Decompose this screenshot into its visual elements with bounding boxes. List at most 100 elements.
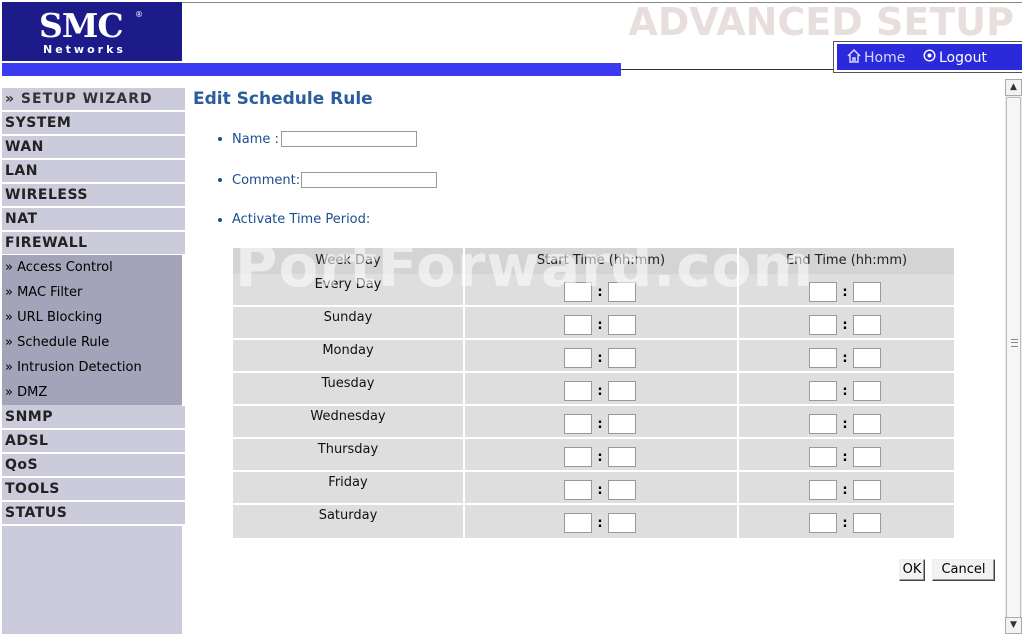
sidebar-item-snmp[interactable]: SNMP [2,406,185,430]
start-minute-input[interactable] [608,315,636,335]
home-icon [847,48,861,67]
day-label: Sunday [323,310,373,325]
sidebar-item-firewall[interactable]: FIREWALL [2,232,185,256]
end-hour-input[interactable] [809,348,837,368]
submenu-url-blocking[interactable]: » URL Blocking [5,305,102,330]
start-hour-input[interactable] [564,381,592,401]
start-time-group: : [564,480,636,500]
start-minute-input[interactable] [608,513,636,533]
start-hour-input[interactable] [564,513,592,533]
start-hour-input[interactable] [564,447,592,467]
bullet-icon [218,178,222,182]
submenu-mac-filter[interactable]: » MAC Filter [5,280,82,305]
section-title: ADVANCED SETUP [628,0,1014,44]
start-minute-input[interactable] [608,447,636,467]
end-hour-input[interactable] [809,480,837,500]
sidebar-item-wan[interactable]: WAN [2,136,185,160]
submenu-intrusion-detection[interactable]: » Intrusion Detection [5,355,142,380]
time-separator: : [597,482,603,498]
name-label: Name : [232,131,279,147]
schedule-row: Tuesday:: [233,373,954,404]
schedule-row: Wednesday:: [233,406,954,437]
time-separator: : [842,482,848,498]
vertical-scrollbar[interactable]: ▲ ▼ [1005,79,1022,634]
schedule-row: Monday:: [233,340,954,371]
logout-link[interactable]: Logout [923,49,987,66]
ok-button[interactable]: OK [899,559,925,581]
end-hour-input[interactable] [809,315,837,335]
end-time-group: : [809,414,881,434]
end-minute-input[interactable] [853,348,881,368]
schedule-row: Saturday:: [233,505,954,536]
start-hour-input[interactable] [564,315,592,335]
end-time-group: : [809,513,881,533]
end-hour-input[interactable] [809,381,837,401]
start-time-group: : [564,414,636,434]
header-week-day: Week Day [233,248,463,274]
bullet-icon [218,217,222,222]
end-hour-input[interactable] [809,513,837,533]
smc-logo: SMC ® Networks [2,2,182,61]
home-link[interactable]: Home [847,48,905,67]
end-time-group: : [809,447,881,467]
sidebar-item-wireless[interactable]: WIRELESS [2,184,185,208]
start-minute-input[interactable] [608,414,636,434]
end-minute-input[interactable] [853,282,881,302]
time-separator: : [842,350,848,366]
end-minute-input[interactable] [853,381,881,401]
sidebar-item-status[interactable]: STATUS [2,502,185,526]
start-minute-input[interactable] [608,282,636,302]
start-time-group: : [564,348,636,368]
submenu-schedule-rule[interactable]: » Schedule Rule [5,330,109,355]
start-hour-input[interactable] [564,414,592,434]
end-minute-input[interactable] [853,447,881,467]
sidebar-item-setup-wizard[interactable]: » SETUP WIZARD [2,88,185,112]
sidebar-item-nat[interactable]: NAT [2,208,185,232]
sidebar-item-adsl[interactable]: ADSL [2,430,185,454]
cancel-button[interactable]: Cancel [932,559,995,581]
end-hour-input[interactable] [809,414,837,434]
start-minute-input[interactable] [608,480,636,500]
start-hour-input[interactable] [564,480,592,500]
end-time-group: : [809,381,881,401]
submenu-dmz[interactable]: » DMZ [5,380,47,405]
time-separator: : [597,383,603,399]
scroll-thumb[interactable] [1006,97,1021,627]
time-separator: : [842,449,848,465]
end-time-group: : [809,315,881,335]
period-label: Activate Time Period: [232,212,371,227]
day-label: Thursday [317,442,379,457]
header-start-time: Start Time (hh:mm) [465,248,737,274]
start-minute-input[interactable] [608,348,636,368]
end-minute-input[interactable] [853,414,881,434]
sidebar-item-tools[interactable]: TOOLS [2,478,185,502]
end-hour-input[interactable] [809,282,837,302]
logout-label: Logout [939,49,987,66]
comment-input[interactable] [301,172,438,188]
scroll-up-icon[interactable]: ▲ [1005,79,1022,96]
name-row: Name : [218,131,417,147]
sidebar-item-lan[interactable]: LAN [2,160,185,184]
start-minute-input[interactable] [608,381,636,401]
time-separator: : [597,284,603,300]
schedule-row: Thursday:: [233,439,954,470]
end-minute-input[interactable] [853,480,881,500]
logo-subtext: Networks [43,43,126,56]
submenu-access-control[interactable]: » Access Control [5,255,113,280]
end-minute-input[interactable] [853,315,881,335]
start-hour-input[interactable] [564,348,592,368]
time-separator: : [842,317,848,333]
time-separator: : [842,416,848,432]
sidebar-item-system[interactable]: SYSTEM [2,112,185,136]
scroll-down-icon[interactable]: ▼ [1005,617,1022,634]
time-separator: : [597,416,603,432]
end-time-group: : [809,348,881,368]
end-minute-input[interactable] [853,513,881,533]
sidebar-item-qos[interactable]: QoS [2,454,185,478]
start-hour-input[interactable] [564,282,592,302]
top-nav: Home Logout [833,41,1022,73]
sidebar: » SETUP WIZARD SYSTEM WAN LAN WIRELESS N… [2,88,185,634]
name-input[interactable] [280,131,417,147]
firewall-submenu: » Access Control » MAC Filter » URL Bloc… [2,255,182,405]
end-hour-input[interactable] [809,447,837,467]
